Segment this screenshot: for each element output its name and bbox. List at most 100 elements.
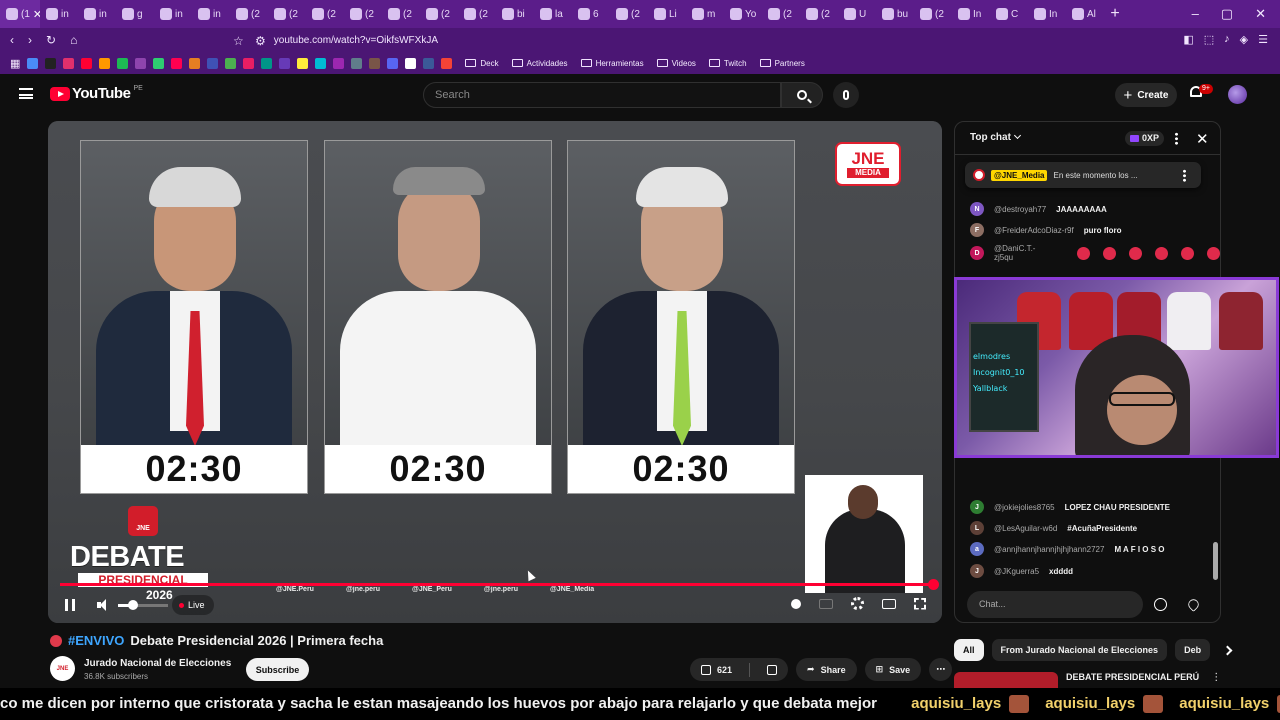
browser-tab[interactable]: (2 (382, 0, 420, 28)
bookmark-icon[interactable] (99, 57, 111, 69)
maximize-icon[interactable]: ▢ (1221, 6, 1233, 22)
chat-input[interactable]: Chat... (967, 591, 1143, 618)
search-button[interactable] (781, 82, 823, 108)
browser-tab[interactable]: (2 (306, 0, 344, 28)
channel-avatar[interactable]: JNE (50, 656, 75, 681)
chat-message[interactable]: L @LesAguilar-w6d #AcuñaPresidente (970, 521, 1137, 535)
bookmark-icon[interactable] (81, 57, 93, 69)
chat-more-icon[interactable] (1175, 132, 1178, 145)
chat-author[interactable]: @LesAguilar-w6d (994, 524, 1057, 533)
next-video-item[interactable]: DEBATE PRESIDENCIAL PERÚ ⋮ (954, 672, 1274, 688)
chevron-right-icon[interactable] (1222, 645, 1233, 655)
chat-author[interactable]: @FreiderAdcoDiaz-r9f (994, 226, 1074, 235)
bookmark-icon[interactable] (369, 57, 381, 69)
bookmark-icon[interactable] (315, 57, 327, 69)
browser-tab[interactable]: la (534, 0, 572, 28)
browser-tab[interactable]: (2 (344, 0, 382, 28)
bookmark-folder[interactable]: Actividades (511, 59, 568, 68)
bookmark-icon[interactable] (405, 57, 417, 69)
bookmark-icon[interactable] (423, 57, 435, 69)
chat-author[interactable]: @DaniC.T.-zj5qu (994, 244, 1054, 262)
chat-message[interactable]: F @FreiderAdcoDiaz-r9f puro floro (970, 223, 1121, 237)
bookmark-folder[interactable]: Videos (656, 59, 696, 68)
bookmark-icon[interactable] (117, 57, 129, 69)
chat-mode-dropdown[interactable]: Top chat (970, 131, 1021, 143)
extension-icon[interactable]: ◧ (1183, 33, 1193, 46)
save-button[interactable]: ⊞ Save (864, 658, 922, 681)
bookmark-folder[interactable]: Twitch (708, 59, 747, 68)
chat-message[interactable]: D @DaniC.T.-zj5qu (970, 244, 1220, 262)
filter-chip[interactable]: Deb (1175, 639, 1211, 661)
bookmark-icon[interactable] (171, 57, 183, 69)
minimize-icon[interactable]: – (1192, 6, 1199, 22)
browser-tab[interactable]: (1 ✕ (0, 0, 40, 28)
browser-tab[interactable]: 6 (572, 0, 610, 28)
xp-chip[interactable]: 0XP (1125, 131, 1165, 146)
bookmark-icon[interactable] (135, 57, 147, 69)
progress-scrubber[interactable] (928, 579, 939, 590)
fullscreen-icon[interactable] (914, 597, 926, 610)
volume-icon[interactable] (97, 599, 108, 611)
browser-tab[interactable]: (2 (762, 0, 800, 28)
bookmark-star-icon[interactable]: ☆ (233, 34, 244, 48)
pinned-message[interactable]: @JNE_Media En este momento los ... (965, 162, 1201, 188)
emoji-icon[interactable] (1154, 598, 1167, 611)
browser-tab[interactable]: in (192, 0, 230, 28)
browser-tab[interactable]: g (116, 0, 154, 28)
share-button[interactable]: ➦ Share (796, 658, 857, 681)
bookmark-icon[interactable] (153, 57, 165, 69)
chat-author[interactable]: @JKguerra5 (994, 567, 1039, 576)
extension-icon[interactable]: ⬚ (1204, 33, 1214, 46)
more-actions-button[interactable]: ⋯ (929, 658, 953, 681)
hamburger-menu-icon[interactable] (19, 88, 33, 99)
home-icon[interactable]: ⌂ (70, 33, 77, 47)
bookmark-folder[interactable]: Deck (465, 59, 499, 68)
browser-tab[interactable]: In (952, 0, 990, 28)
browser-tab[interactable]: (2 (268, 0, 306, 28)
site-info-icon[interactable]: ⚙ (255, 34, 266, 48)
pinned-more-icon[interactable] (1183, 169, 1186, 182)
bookmark-icon[interactable] (333, 57, 345, 69)
title-hashtag[interactable]: #ENVIVO (68, 633, 124, 648)
browser-tab[interactable]: (2 (458, 0, 496, 28)
volume-knob[interactable] (128, 600, 138, 610)
more-dots-icon[interactable]: ⋮ (1211, 672, 1221, 688)
extension-icon[interactable]: ◈ (1240, 33, 1248, 46)
close-tab-icon[interactable]: ✕ (33, 8, 40, 21)
youtube-logo[interactable]: YouTube PE (50, 85, 143, 102)
bookmark-icon[interactable] (387, 57, 399, 69)
create-button[interactable]: + Create (1115, 83, 1177, 107)
autoplay-icon[interactable] (791, 598, 801, 609)
video-player[interactable]: 02:30 02:30 02:30 JNE MEDIA JNE DEBATE P… (48, 121, 942, 623)
new-tab-icon[interactable]: + (1104, 5, 1126, 23)
browser-tab[interactable]: in (78, 0, 116, 28)
extension-icon[interactable]: ♪ (1224, 33, 1230, 46)
chat-scrollbar[interactable] (1213, 542, 1218, 580)
chat-author[interactable]: @destroyah77 (994, 205, 1046, 214)
back-icon[interactable]: ‹ (10, 33, 14, 47)
browser-tab[interactable]: (2 (610, 0, 648, 28)
like-button[interactable]: 621 (690, 658, 743, 681)
browser-tab[interactable]: in (40, 0, 78, 28)
settings-gear-icon[interactable] (851, 597, 864, 610)
browser-tab[interactable]: m (686, 0, 724, 28)
browser-tab[interactable]: U (838, 0, 876, 28)
browser-tab[interactable]: (2 (230, 0, 268, 28)
voice-search-button[interactable] (833, 82, 859, 108)
dislike-button[interactable] (756, 658, 788, 681)
live-indicator[interactable]: Live (172, 595, 214, 615)
bookmark-folder[interactable]: Partners (759, 59, 805, 68)
chat-message[interactable]: a @annjhannjhannjhjhjhann2727 M A F I O S … (970, 542, 1165, 556)
chat-author[interactable]: @jokiejolies8765 (994, 503, 1055, 512)
browser-tab[interactable]: in (154, 0, 192, 28)
bookmark-icon[interactable] (279, 57, 291, 69)
search-input[interactable]: Search (423, 82, 781, 108)
bookmark-folder[interactable]: Herramientas (580, 59, 644, 68)
progress-bar[interactable] (60, 583, 934, 586)
bookmark-icon[interactable] (351, 57, 363, 69)
channel-name[interactable]: Jurado Nacional de Elecciones (84, 658, 231, 669)
bookmark-icon[interactable] (225, 57, 237, 69)
browser-tab[interactable]: Yo (724, 0, 762, 28)
filter-chip[interactable]: All (954, 639, 984, 661)
volume-slider[interactable] (118, 604, 168, 607)
